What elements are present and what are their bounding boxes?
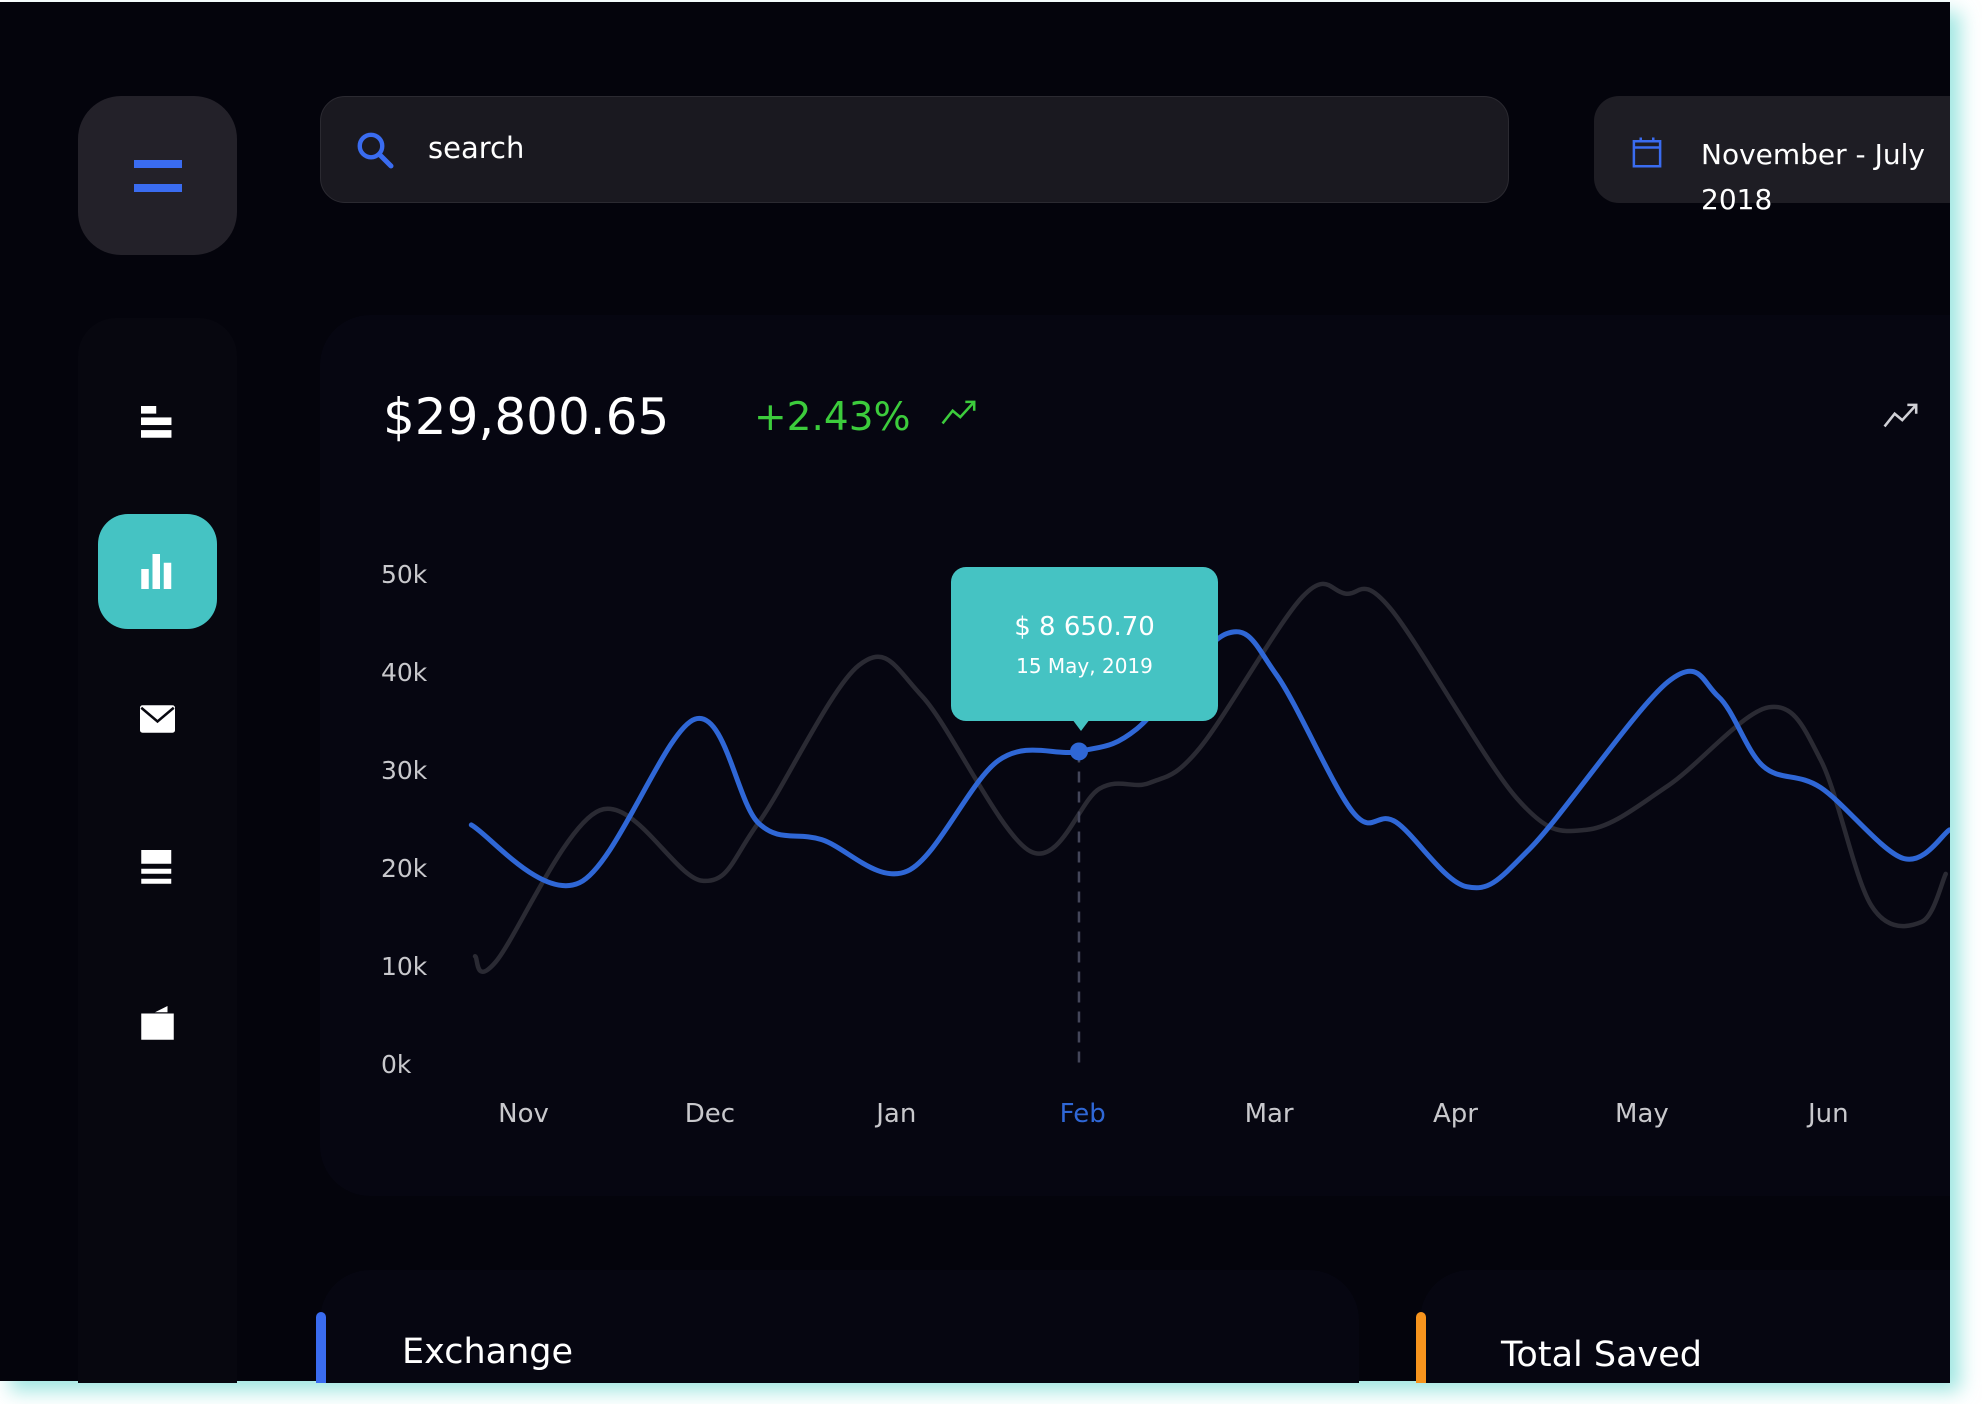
dashboard-window: search November - July 2018 $29,800.65 +… — [0, 2, 1950, 1383]
tooltip-pointer — [1072, 719, 1090, 731]
sidebar-item-messages[interactable] — [78, 705, 237, 733]
balance-chart-card: $29,800.65 +2.43% 50k 40k 30k 20k 10k 0k Nov D… — [320, 315, 1950, 1196]
total-saved-title: Total Saved — [1501, 1335, 1702, 1375]
total-saved-accent-bar — [1416, 1312, 1426, 1383]
search-input[interactable]: search — [320, 96, 1509, 203]
calendar-icon — [1632, 137, 1662, 168]
sidebar-item-analytics[interactable] — [98, 514, 217, 629]
sidebar-item-wallet[interactable] — [78, 1006, 237, 1041]
exchange-title: Exchange — [402, 1332, 574, 1372]
bar-chart-icon — [141, 554, 172, 589]
line-chart — [468, 581, 1950, 1069]
tooltip-value: $ 8 650.70 — [1014, 612, 1155, 642]
menu-icon-bar — [134, 184, 182, 192]
date-range-picker[interactable]: November - July 2018 — [1594, 96, 1950, 216]
sidebar — [78, 318, 237, 1383]
sidebar-item-overview[interactable] — [78, 406, 237, 439]
search-placeholder: search — [428, 131, 525, 165]
align-left-icon — [141, 406, 172, 438]
wallet-icon — [141, 1006, 174, 1040]
date-range-label: November - July 2018 — [1701, 138, 1925, 216]
search-icon — [357, 132, 394, 169]
mail-icon — [140, 705, 175, 733]
chart-tooltip: $ 8 650.70 15 May, 2019 — [951, 567, 1218, 731]
menu-icon-bar — [134, 160, 182, 168]
exchange-accent-bar — [316, 1312, 326, 1383]
marker-point[interactable] — [1069, 742, 1088, 761]
sidebar-item-list[interactable] — [78, 850, 237, 885]
tooltip-date: 15 May, 2019 — [1016, 654, 1153, 678]
menu-button[interactable] — [78, 96, 237, 255]
list-icon — [141, 850, 172, 884]
exchange-card: Exchange — [316, 1270, 1359, 1383]
total-saved-card: Total Saved — [1416, 1270, 1950, 1383]
